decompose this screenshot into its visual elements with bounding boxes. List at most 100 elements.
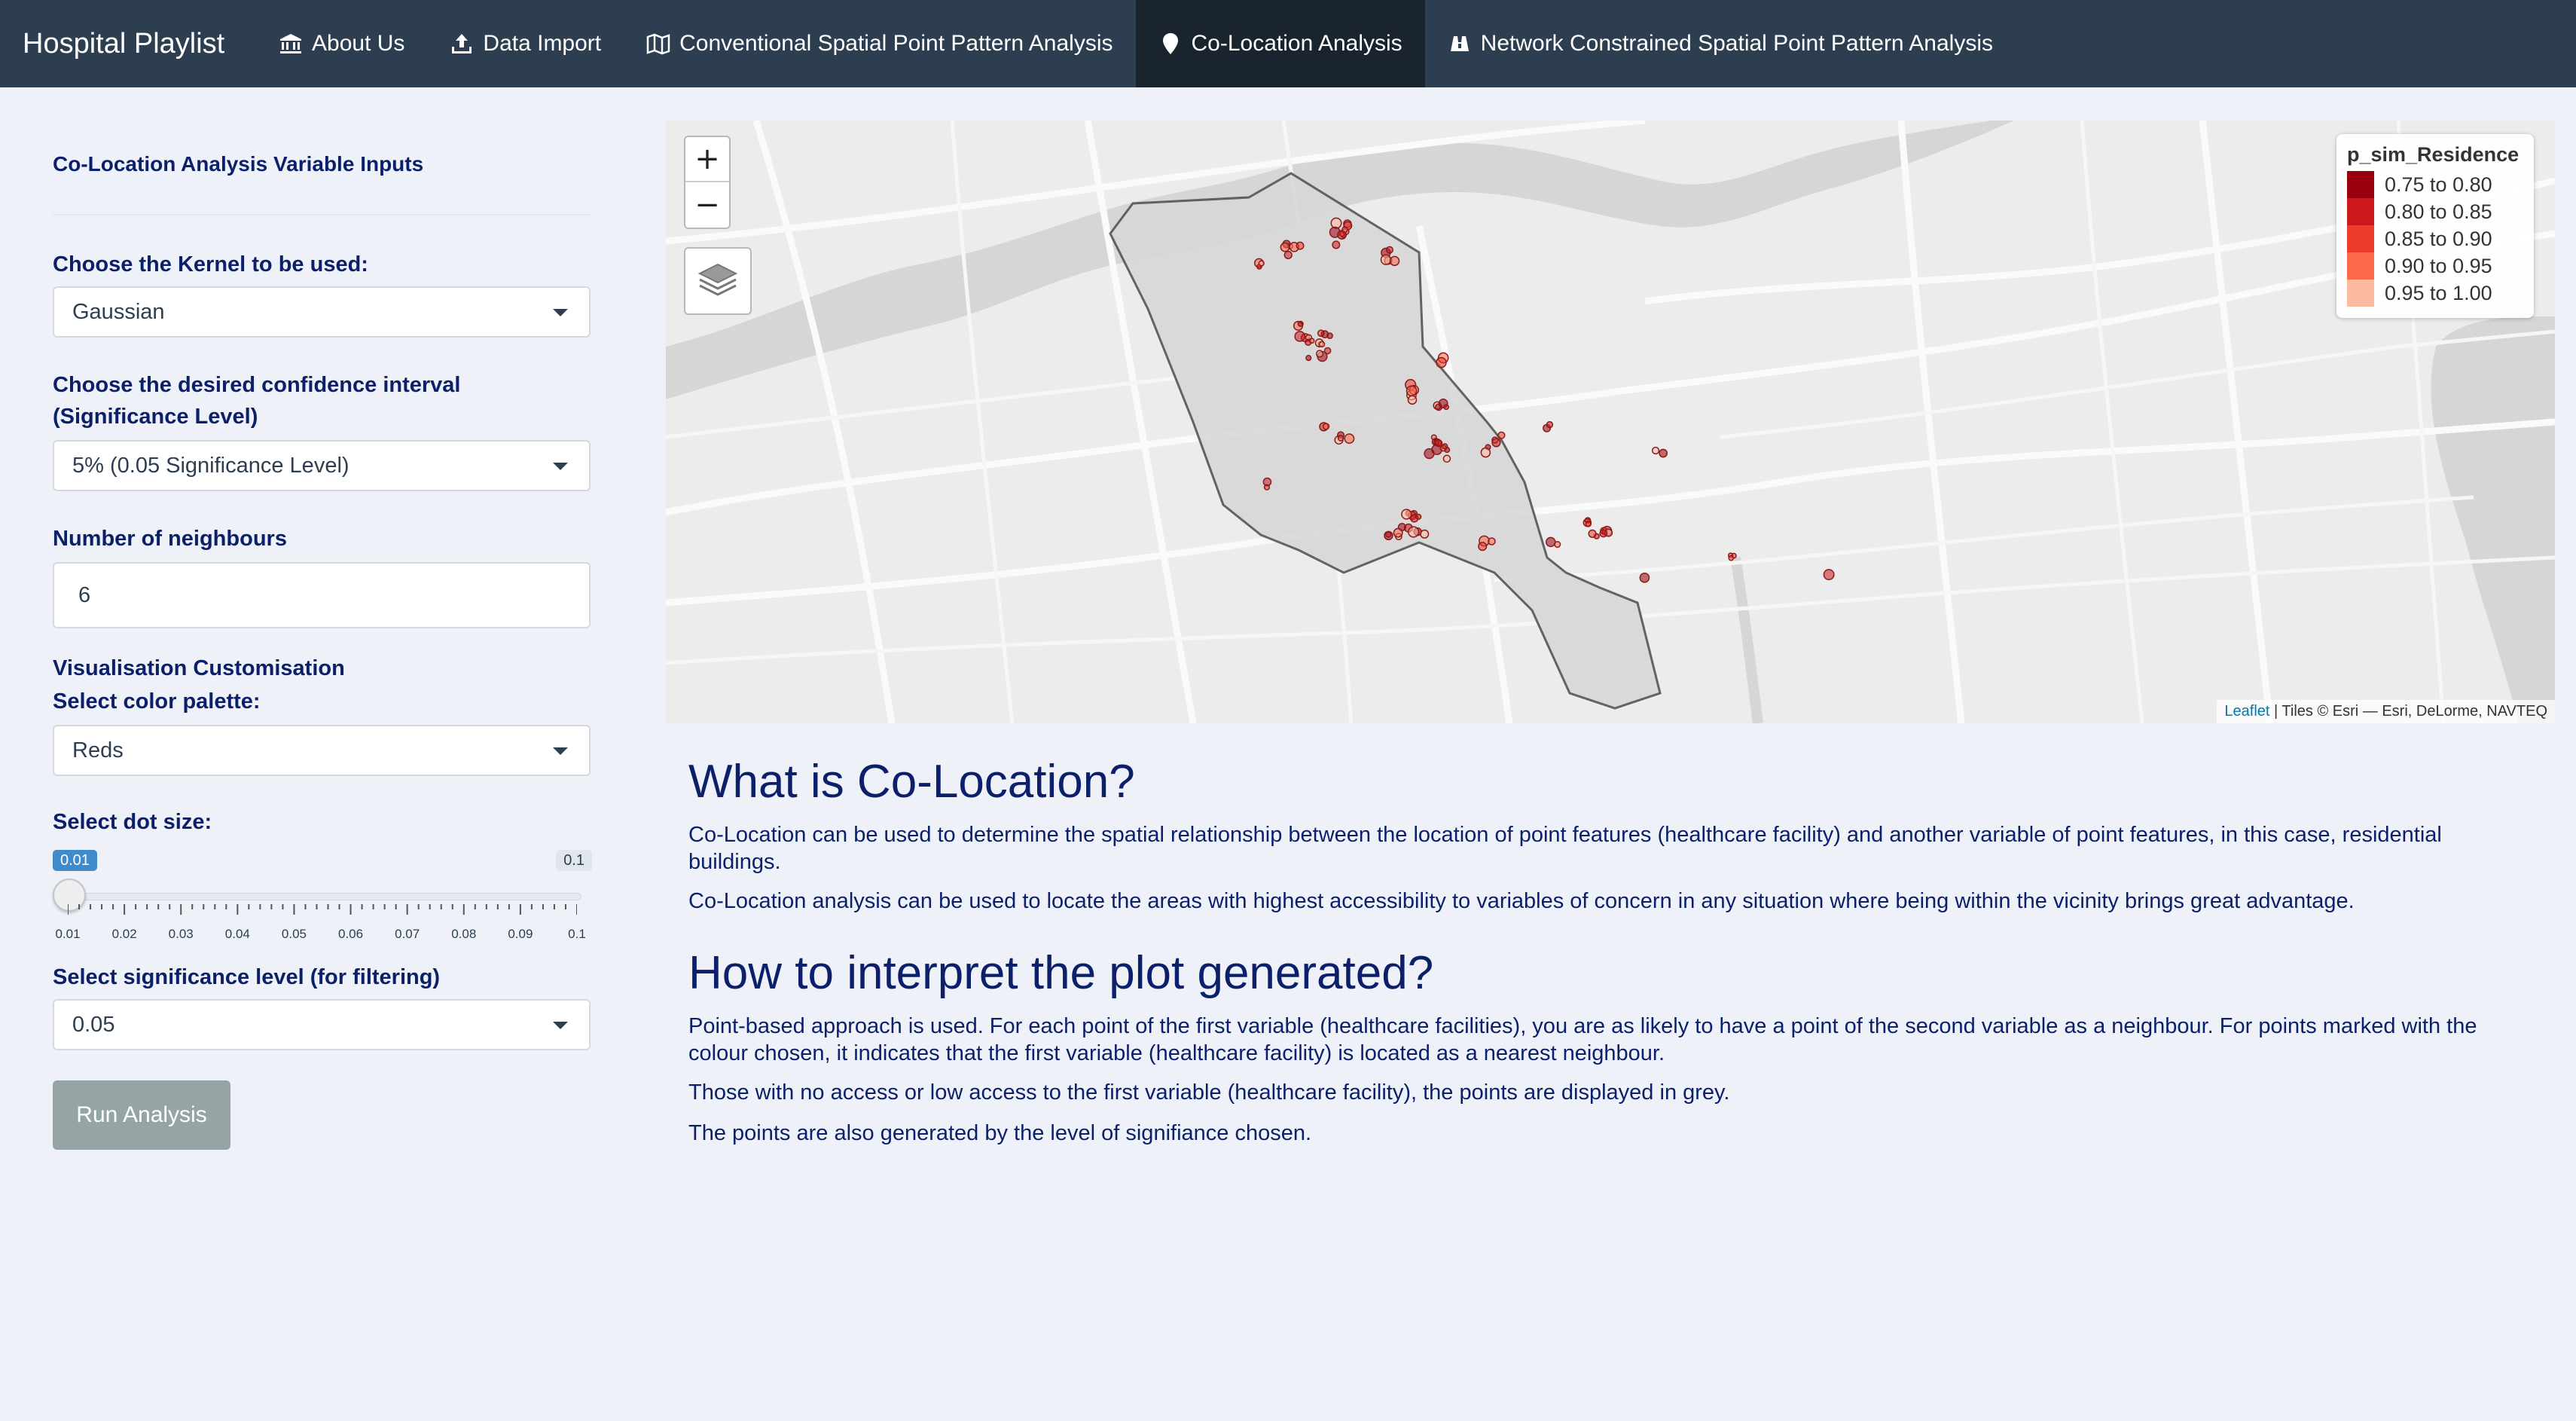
map-point[interactable] <box>1305 355 1312 362</box>
map-point[interactable] <box>1341 226 1348 234</box>
map-point[interactable] <box>1415 513 1422 521</box>
map-point[interactable] <box>1380 254 1392 265</box>
map-icon <box>646 32 670 56</box>
map-point[interactable] <box>1322 423 1330 430</box>
map-point[interactable] <box>1318 341 1326 348</box>
divider <box>53 214 591 215</box>
map-point[interactable] <box>1546 420 1554 429</box>
legend-swatch <box>2347 198 2374 225</box>
map-point[interactable] <box>1478 542 1488 552</box>
map-point[interactable] <box>1308 338 1315 344</box>
chevron-down-icon <box>553 747 568 755</box>
nav-conventional-analysis[interactable]: Conventional Spatial Point Pattern Analy… <box>624 0 1135 87</box>
zoom-out-button[interactable]: − <box>685 182 729 228</box>
attribution-text: | Tiles © Esri — Esri, DeLorme, NAVTEQ <box>2269 703 2547 720</box>
kernel-select[interactable]: Gaussian <box>53 286 591 338</box>
slider-tick-label: 0.04 <box>224 927 250 941</box>
map-point[interactable] <box>1442 454 1451 463</box>
map-point[interactable] <box>1588 529 1597 538</box>
zoom-in-button[interactable]: + <box>685 137 729 182</box>
dot-size-slider[interactable]: 0.01 0.1 0.01 0.02 0.03 0.04 0.05 0.06 0.07 0.0… <box>53 845 592 943</box>
map-point[interactable] <box>1385 531 1392 538</box>
binoculars-icon <box>1448 32 1472 56</box>
map-point[interactable] <box>1294 331 1306 342</box>
map-view[interactable]: + − p_sim_Residence 0.75 to 0.80 0.80 to… <box>666 121 2555 723</box>
map-point[interactable] <box>1480 447 1491 458</box>
palette-label: Select color palette: <box>53 689 261 714</box>
map-point[interactable] <box>1337 435 1344 442</box>
neighbours-input[interactable]: 6 <box>53 562 591 628</box>
map-point[interactable] <box>1408 526 1420 538</box>
legend-swatch <box>2347 252 2374 280</box>
map-point[interactable] <box>1332 240 1341 249</box>
chevron-down-icon <box>553 1022 568 1029</box>
nav-co-location-analysis[interactable]: Co-Location Analysis <box>1135 0 1425 87</box>
map-point[interactable] <box>1585 521 1592 527</box>
confidence-select-value: 5% (0.05 Significance Level) <box>72 453 349 478</box>
nav-co-location-analysis-label: Co-Location Analysis <box>1191 31 1402 56</box>
nav-data-import[interactable]: Data Import <box>427 0 624 87</box>
map-point[interactable] <box>1283 250 1293 260</box>
map-point[interactable] <box>1545 536 1556 548</box>
map-point[interactable] <box>1728 555 1735 561</box>
map-point[interactable] <box>1442 443 1448 450</box>
paragraph: Co-Location analysis can be used to loca… <box>688 889 2355 913</box>
palette-select[interactable]: Reds <box>53 725 591 776</box>
slider-ticks <box>68 904 577 915</box>
map-point[interactable] <box>1401 509 1412 520</box>
nav-network-constrained-analysis[interactable]: Network Constrained Spatial Point Patter… <box>1425 0 2016 87</box>
map-point[interactable] <box>1296 241 1305 250</box>
map-point[interactable] <box>1406 385 1418 397</box>
map-point[interactable] <box>1420 529 1430 539</box>
legend-swatch <box>2347 280 2374 307</box>
map-point[interactable] <box>1297 320 1304 327</box>
visualisation-label: Visualisation Customisation <box>53 656 345 680</box>
map-point[interactable] <box>1393 527 1403 538</box>
zoom-control: + − <box>684 136 731 229</box>
map-point[interactable] <box>1436 356 1447 368</box>
map-point[interactable] <box>1435 403 1443 411</box>
map-point[interactable] <box>1258 260 1265 267</box>
nav-about-us[interactable]: About Us <box>256 0 427 87</box>
map-point[interactable] <box>1330 217 1342 229</box>
run-analysis-button[interactable]: Run Analysis <box>53 1080 230 1150</box>
confidence-label: Choose the desired confidence interval (… <box>53 373 461 429</box>
map-point[interactable] <box>1344 433 1355 445</box>
map-point[interactable] <box>1497 431 1506 439</box>
map-point[interactable] <box>1280 242 1290 252</box>
brand-title[interactable]: Hospital Playlist <box>0 28 256 60</box>
chevron-down-icon <box>553 463 568 470</box>
map-point[interactable] <box>1651 446 1660 455</box>
layers-button[interactable] <box>684 247 752 315</box>
nav-about-us-label: About Us <box>312 31 405 56</box>
map-point[interactable] <box>1823 569 1835 581</box>
map-point[interactable] <box>1407 395 1418 405</box>
significance-select[interactable]: 0.05 <box>53 999 591 1050</box>
legend-item: 0.90 to 0.95 <box>2347 252 2523 280</box>
map-point[interactable] <box>1491 438 1501 448</box>
legend-swatch <box>2347 171 2374 198</box>
map-point[interactable] <box>1315 350 1324 358</box>
confidence-select[interactable]: 5% (0.05 Significance Level) <box>53 440 591 491</box>
map-point[interactable] <box>1488 537 1496 545</box>
paragraph: Those with no access or low access to th… <box>688 1080 1730 1105</box>
map-point[interactable] <box>1320 330 1329 338</box>
heading-what-is-co-location: What is Co-Location? <box>688 756 1135 808</box>
map-point[interactable] <box>1659 448 1668 458</box>
slider-track[interactable] <box>63 893 581 900</box>
map-point[interactable] <box>1424 448 1435 460</box>
leaflet-link[interactable]: Leaflet <box>2224 703 2269 720</box>
map-point[interactable] <box>1443 404 1449 411</box>
slider-tick-label: 0.1 <box>568 927 586 941</box>
map-point[interactable] <box>1262 477 1272 487</box>
map-point[interactable] <box>1323 347 1332 355</box>
legend-label: 0.85 to 0.90 <box>2385 227 2492 250</box>
legend-label: 0.80 to 0.85 <box>2385 200 2492 223</box>
map-point[interactable] <box>1599 529 1608 538</box>
slider-tick-label: 0.05 <box>281 927 307 941</box>
map-point[interactable] <box>1385 246 1394 254</box>
legend-label: 0.75 to 0.80 <box>2385 173 2492 196</box>
map-point[interactable] <box>1639 572 1650 583</box>
significance-label: Select significance level (for filtering… <box>53 965 441 989</box>
map-point[interactable] <box>1389 255 1400 267</box>
